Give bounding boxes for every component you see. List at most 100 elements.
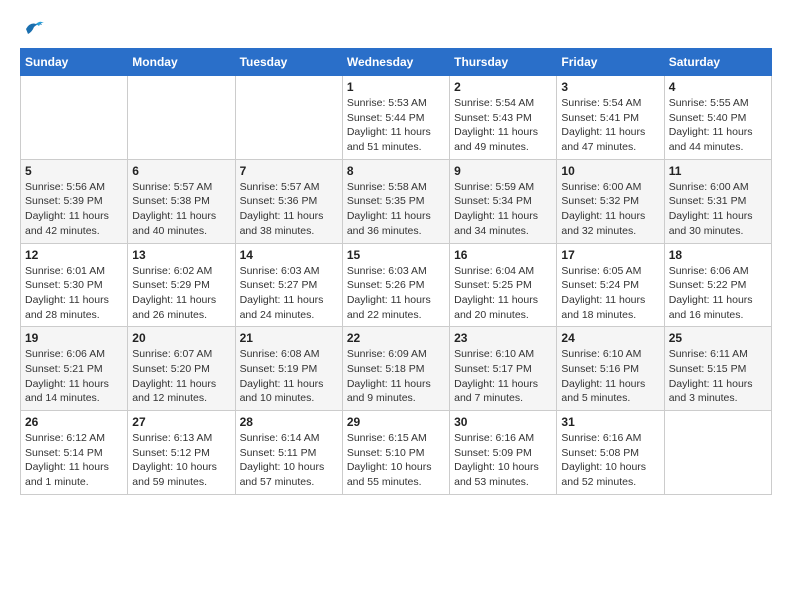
calendar-cell [235,76,342,160]
day-info: Sunrise: 5:58 AM Sunset: 5:35 PM Dayligh… [347,180,445,239]
day-info: Sunrise: 5:54 AM Sunset: 5:43 PM Dayligh… [454,96,552,155]
calendar-cell: 14 Sunrise: 6:03 AM Sunset: 5:27 PM Dayli… [235,243,342,327]
logo [20,20,44,38]
day-info: Sunrise: 6:15 AM Sunset: 5:10 PM Dayligh… [347,431,445,490]
day-info: Sunrise: 6:12 AM Sunset: 5:14 PM Dayligh… [25,431,123,490]
day-number: 18 [669,248,767,262]
day-number: 29 [347,415,445,429]
calendar-cell: 12 Sunrise: 6:01 AM Sunset: 5:30 PM Dayli… [21,243,128,327]
day-info: Sunrise: 6:07 AM Sunset: 5:20 PM Dayligh… [132,347,230,406]
day-info: Sunrise: 6:16 AM Sunset: 5:08 PM Dayligh… [561,431,659,490]
day-number: 28 [240,415,338,429]
day-info: Sunrise: 6:16 AM Sunset: 5:09 PM Dayligh… [454,431,552,490]
day-number: 31 [561,415,659,429]
day-number: 9 [454,164,552,178]
day-number: 16 [454,248,552,262]
calendar-cell: 10Sunrise: 6:00 AM Sunset: 5:32 PM Dayli… [557,159,664,243]
day-info: Sunrise: 6:13 AM Sunset: 5:12 PM Dayligh… [132,431,230,490]
calendar-cell: 13 Sunrise: 6:02 AM Sunset: 5:29 PM Dayli… [128,243,235,327]
calendar-body: 1 Sunrise: 5:53 AM Sunset: 5:44 PM Daylig… [21,76,772,495]
calendar-cell: 8 Sunrise: 5:58 AM Sunset: 5:35 PM Daylig… [342,159,449,243]
day-info: Sunrise: 6:01 AM Sunset: 5:30 PM Dayligh… [25,264,123,323]
weekday-header-friday: Friday [557,49,664,76]
day-info: Sunrise: 5:59 AM Sunset: 5:34 PM Dayligh… [454,180,552,239]
day-info: Sunrise: 5:57 AM Sunset: 5:38 PM Dayligh… [132,180,230,239]
day-info: Sunrise: 6:14 AM Sunset: 5:11 PM Dayligh… [240,431,338,490]
day-info: Sunrise: 6:08 AM Sunset: 5:19 PM Dayligh… [240,347,338,406]
calendar-cell: 16 Sunrise: 6:04 AM Sunset: 5:25 PM Dayli… [450,243,557,327]
day-number: 5 [25,164,123,178]
day-number: 26 [25,415,123,429]
day-number: 30 [454,415,552,429]
day-number: 15 [347,248,445,262]
day-number: 10 [561,164,659,178]
calendar-cell: 4 Sunrise: 5:55 AM Sunset: 5:40 PM Daylig… [664,76,771,160]
calendar-cell: 2 Sunrise: 5:54 AM Sunset: 5:43 PM Daylig… [450,76,557,160]
calendar-week-1: 1 Sunrise: 5:53 AM Sunset: 5:44 PM Daylig… [21,76,772,160]
day-info: Sunrise: 6:06 AM Sunset: 5:21 PM Dayligh… [25,347,123,406]
day-number: 7 [240,164,338,178]
calendar-week-5: 26 Sunrise: 6:12 AM Sunset: 5:14 PM Dayli… [21,411,772,495]
weekday-header-sunday: Sunday [21,49,128,76]
calendar-cell: 1 Sunrise: 5:53 AM Sunset: 5:44 PM Daylig… [342,76,449,160]
day-info: Sunrise: 6:11 AM Sunset: 5:15 PM Dayligh… [669,347,767,406]
weekday-header-saturday: Saturday [664,49,771,76]
calendar-cell: 19 Sunrise: 6:06 AM Sunset: 5:21 PM Dayli… [21,327,128,411]
day-info: Sunrise: 6:02 AM Sunset: 5:29 PM Dayligh… [132,264,230,323]
calendar-cell: 21 Sunrise: 6:08 AM Sunset: 5:19 PM Dayli… [235,327,342,411]
day-info: Sunrise: 6:09 AM Sunset: 5:18 PM Dayligh… [347,347,445,406]
day-number: 12 [25,248,123,262]
weekday-header-monday: Monday [128,49,235,76]
calendar-cell: 26 Sunrise: 6:12 AM Sunset: 5:14 PM Dayli… [21,411,128,495]
calendar-cell: 31 Sunrise: 6:16 AM Sunset: 5:08 PM Dayli… [557,411,664,495]
calendar-cell: 3Sunrise: 5:54 AM Sunset: 5:41 PM Daylig… [557,76,664,160]
calendar-cell: 30 Sunrise: 6:16 AM Sunset: 5:09 PM Dayli… [450,411,557,495]
day-number: 1 [347,80,445,94]
day-number: 3 [561,80,659,94]
calendar-cell: 15 Sunrise: 6:03 AM Sunset: 5:26 PM Dayli… [342,243,449,327]
day-info: Sunrise: 5:53 AM Sunset: 5:44 PM Dayligh… [347,96,445,155]
calendar-cell: 20 Sunrise: 6:07 AM Sunset: 5:20 PM Dayli… [128,327,235,411]
day-info: Sunrise: 6:10 AM Sunset: 5:17 PM Dayligh… [454,347,552,406]
day-number: 21 [240,331,338,345]
day-number: 20 [132,331,230,345]
day-number: 2 [454,80,552,94]
page-header [20,20,772,38]
day-number: 17 [561,248,659,262]
day-number: 4 [669,80,767,94]
day-info: Sunrise: 5:57 AM Sunset: 5:36 PM Dayligh… [240,180,338,239]
calendar-cell: 5 Sunrise: 5:56 AM Sunset: 5:39 PM Daylig… [21,159,128,243]
calendar-cell: 11Sunrise: 6:00 AM Sunset: 5:31 PM Dayli… [664,159,771,243]
calendar-cell: 28 Sunrise: 6:14 AM Sunset: 5:11 PM Dayli… [235,411,342,495]
calendar-cell: 22 Sunrise: 6:09 AM Sunset: 5:18 PM Dayli… [342,327,449,411]
calendar-week-3: 12 Sunrise: 6:01 AM Sunset: 5:30 PM Dayli… [21,243,772,327]
calendar-cell: 29 Sunrise: 6:15 AM Sunset: 5:10 PM Dayli… [342,411,449,495]
day-number: 14 [240,248,338,262]
day-info: Sunrise: 5:56 AM Sunset: 5:39 PM Dayligh… [25,180,123,239]
day-number: 19 [25,331,123,345]
calendar-header-row: SundayMondayTuesdayWednesdayThursdayFrid… [21,49,772,76]
day-number: 22 [347,331,445,345]
calendar-cell: 23 Sunrise: 6:10 AM Sunset: 5:17 PM Dayli… [450,327,557,411]
calendar-week-2: 5 Sunrise: 5:56 AM Sunset: 5:39 PM Daylig… [21,159,772,243]
day-number: 23 [454,331,552,345]
day-number: 6 [132,164,230,178]
weekday-header-wednesday: Wednesday [342,49,449,76]
calendar-cell: 6 Sunrise: 5:57 AM Sunset: 5:38 PM Daylig… [128,159,235,243]
calendar-cell [21,76,128,160]
calendar-cell: 7 Sunrise: 5:57 AM Sunset: 5:36 PM Daylig… [235,159,342,243]
weekday-header-thursday: Thursday [450,49,557,76]
day-info: Sunrise: 6:04 AM Sunset: 5:25 PM Dayligh… [454,264,552,323]
calendar-cell: 9 Sunrise: 5:59 AM Sunset: 5:34 PM Daylig… [450,159,557,243]
day-info: Sunrise: 6:10 AM Sunset: 5:16 PM Dayligh… [561,347,659,406]
calendar-cell [128,76,235,160]
day-number: 13 [132,248,230,262]
day-info: Sunrise: 6:03 AM Sunset: 5:27 PM Dayligh… [240,264,338,323]
calendar-week-4: 19 Sunrise: 6:06 AM Sunset: 5:21 PM Dayli… [21,327,772,411]
day-info: Sunrise: 6:03 AM Sunset: 5:26 PM Dayligh… [347,264,445,323]
day-number: 25 [669,331,767,345]
calendar-cell: 24 Sunrise: 6:10 AM Sunset: 5:16 PM Dayli… [557,327,664,411]
day-info: Sunrise: 5:55 AM Sunset: 5:40 PM Dayligh… [669,96,767,155]
day-number: 8 [347,164,445,178]
day-number: 24 [561,331,659,345]
